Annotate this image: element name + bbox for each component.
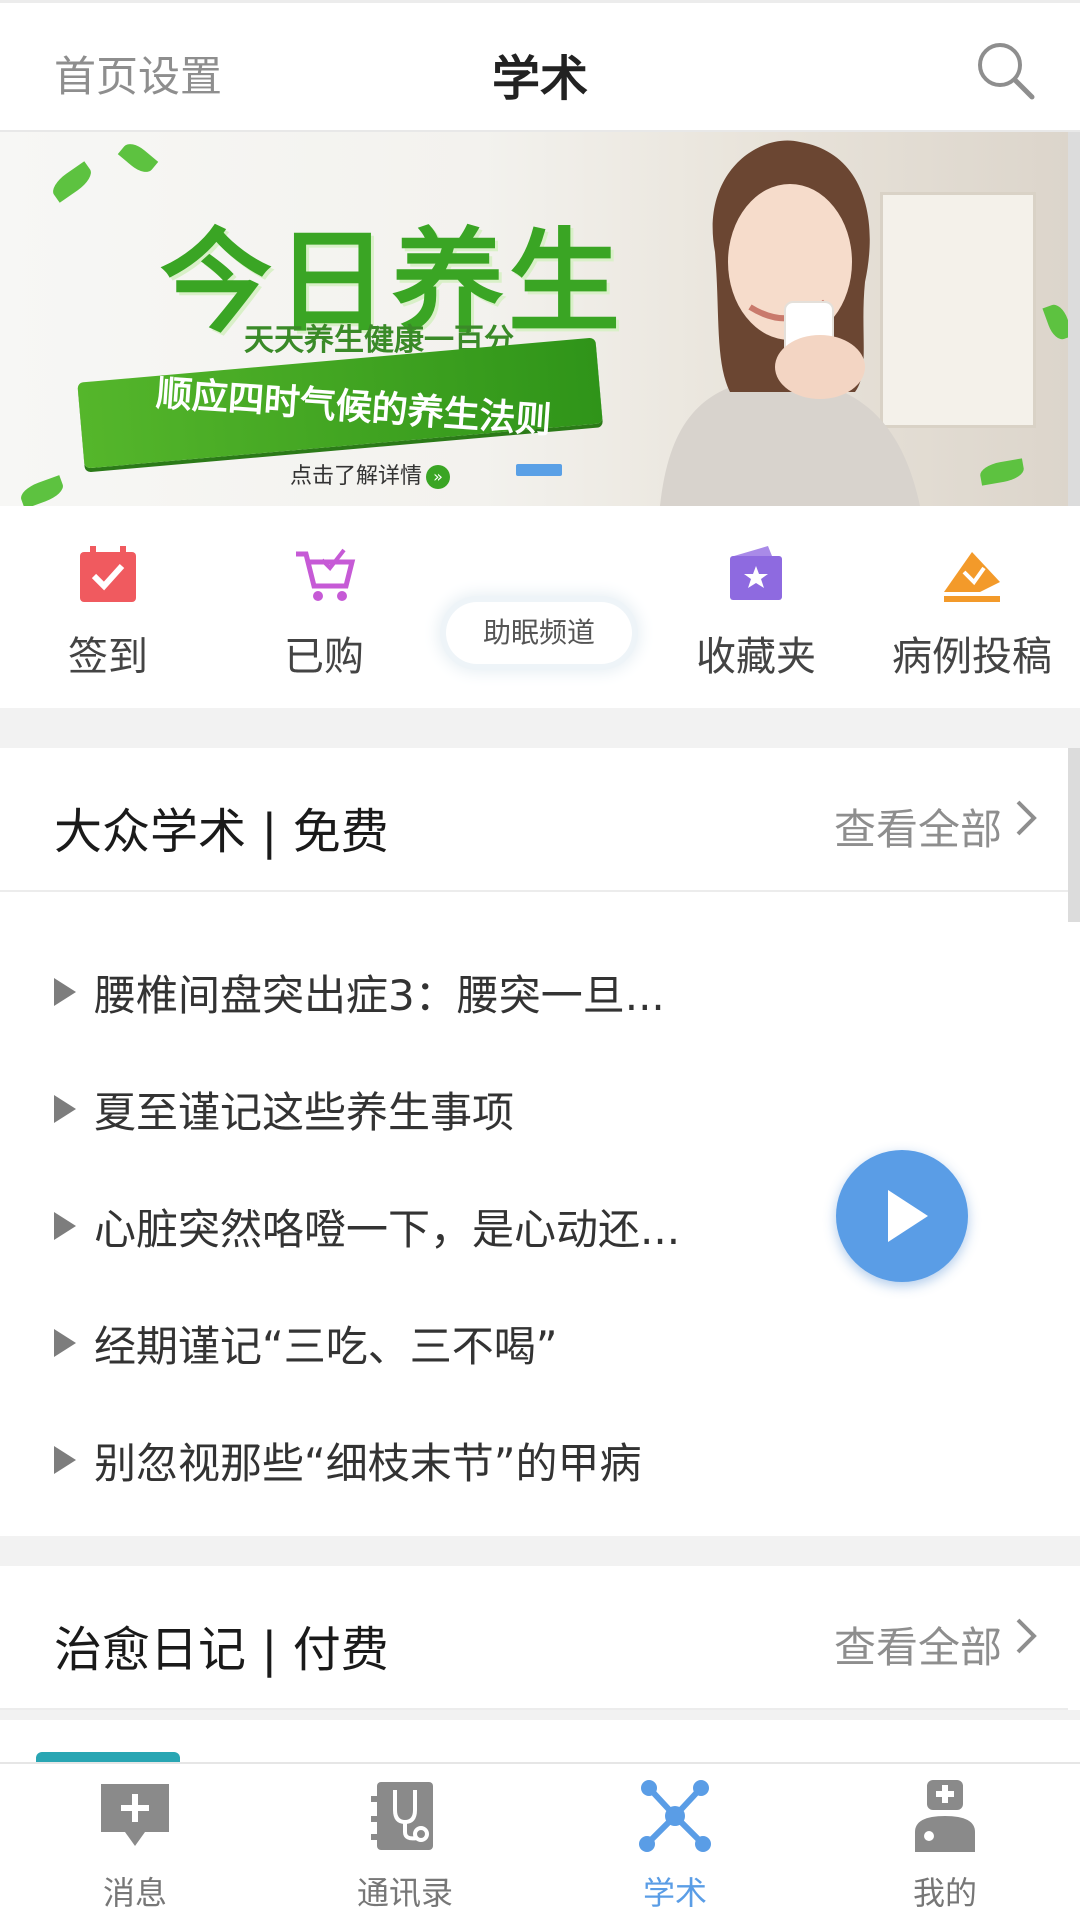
article-title: 夏至谨记这些养生事项 [94, 1088, 515, 1137]
quick-actions: 签到 已购 助眠频道 收藏夹 病例投稿 [0, 506, 1080, 708]
submit-case-icon [944, 552, 1000, 602]
section-title: 大众学术 | 免费 [54, 804, 389, 860]
section-title: 治愈日记 | 付费 [54, 1622, 389, 1678]
quick-action-checkin[interactable]: 签到 [8, 542, 208, 682]
play-triangle-icon [54, 1212, 76, 1240]
sleep-channel-button[interactable]: 助眠频道 [446, 602, 632, 664]
bottom-nav: 消息 通讯录 学术 我的 [0, 1762, 1080, 1920]
play-triangle-icon [54, 1095, 76, 1123]
app-root: 首页设置 学术 今日养生 天天养生健康一百分 顺应四时气候的养生法则 点击了解详… [0, 0, 1080, 1920]
page-title: 学术 [491, 51, 588, 107]
quick-action-label: 病例投稿 [892, 634, 1052, 680]
leaf-decoration [978, 458, 1026, 486]
public-academic-header: 大众学术 | 免费 查看全部 [0, 748, 1068, 892]
promo-banner[interactable]: 今日养生 天天养生健康一百分 顺应四时气候的养生法则 点击了解详情» [0, 132, 1068, 506]
section-divider [0, 708, 1080, 748]
tab-label: 消息 [102, 1874, 167, 1912]
healing-diary-header: 治愈日记 | 付费 查看全部 [0, 1566, 1068, 1710]
quick-action-favorites[interactable]: 收藏夹 [656, 542, 856, 682]
quick-action-case-submit[interactable]: 病例投稿 [872, 542, 1072, 682]
view-all-link[interactable]: 查看全部 [834, 1614, 1002, 1675]
top-bar: 首页设置 学术 [0, 0, 1080, 132]
cart-icon [296, 548, 356, 601]
leaf-decoration [1042, 301, 1068, 343]
tab-mine[interactable]: 我的 [810, 1776, 1080, 1914]
stethoscope-contacts-icon [371, 1782, 433, 1850]
woman-drinking-illustration [660, 140, 920, 506]
chevron-right-icon[interactable] [1012, 1616, 1040, 1656]
calendar-check-icon [80, 546, 136, 602]
article-title: 心脏突然咯噔一下，是心动还... [94, 1205, 681, 1254]
play-triangle-icon [54, 1446, 76, 1474]
leaf-decoration [117, 138, 159, 178]
play-triangle-icon [54, 978, 76, 1006]
molecule-icon [639, 1780, 711, 1852]
play-triangle-icon [54, 1329, 76, 1357]
banner-detail-text: 点击了解详情 [290, 464, 423, 489]
tab-contacts[interactable]: 通讯录 [270, 1776, 540, 1914]
article-title: 经期谨记“三吃、三不喝” [94, 1322, 558, 1371]
article-title: 腰椎间盘突出症3：腰突一旦... [94, 971, 665, 1020]
chevron-right-icon[interactable] [1012, 798, 1040, 838]
view-all-link[interactable]: 查看全部 [834, 796, 1002, 857]
banner-detail-link[interactable]: 点击了解详情» [290, 458, 451, 490]
search-icon[interactable] [974, 39, 1036, 101]
message-plus-icon [101, 1784, 169, 1846]
tab-label: 我的 [912, 1874, 977, 1912]
quick-action-purchased[interactable]: 已购 [224, 542, 424, 682]
slide-indicator [516, 464, 562, 476]
quick-action-label: 已购 [284, 634, 364, 680]
play-icon [888, 1190, 928, 1242]
double-chevron-icon: » [426, 465, 451, 489]
section-divider [0, 1710, 1080, 1720]
leaf-decoration [17, 475, 67, 506]
floating-play-button[interactable] [836, 1150, 968, 1282]
doctor-icon [915, 1780, 975, 1852]
quick-action-label: 收藏夹 [696, 634, 816, 680]
tab-academic[interactable]: 学术 [540, 1776, 810, 1914]
tab-messages[interactable]: 消息 [0, 1776, 270, 1914]
article-title: 别忽视那些“细枝末节”的甲病 [94, 1439, 642, 1488]
leaf-decoration [48, 161, 96, 203]
section-divider [0, 1536, 1080, 1566]
tab-label: 通讯录 [356, 1874, 453, 1912]
folder-star-icon [730, 546, 782, 600]
tab-label: 学术 [642, 1874, 707, 1912]
quick-action-label: 签到 [68, 634, 148, 680]
